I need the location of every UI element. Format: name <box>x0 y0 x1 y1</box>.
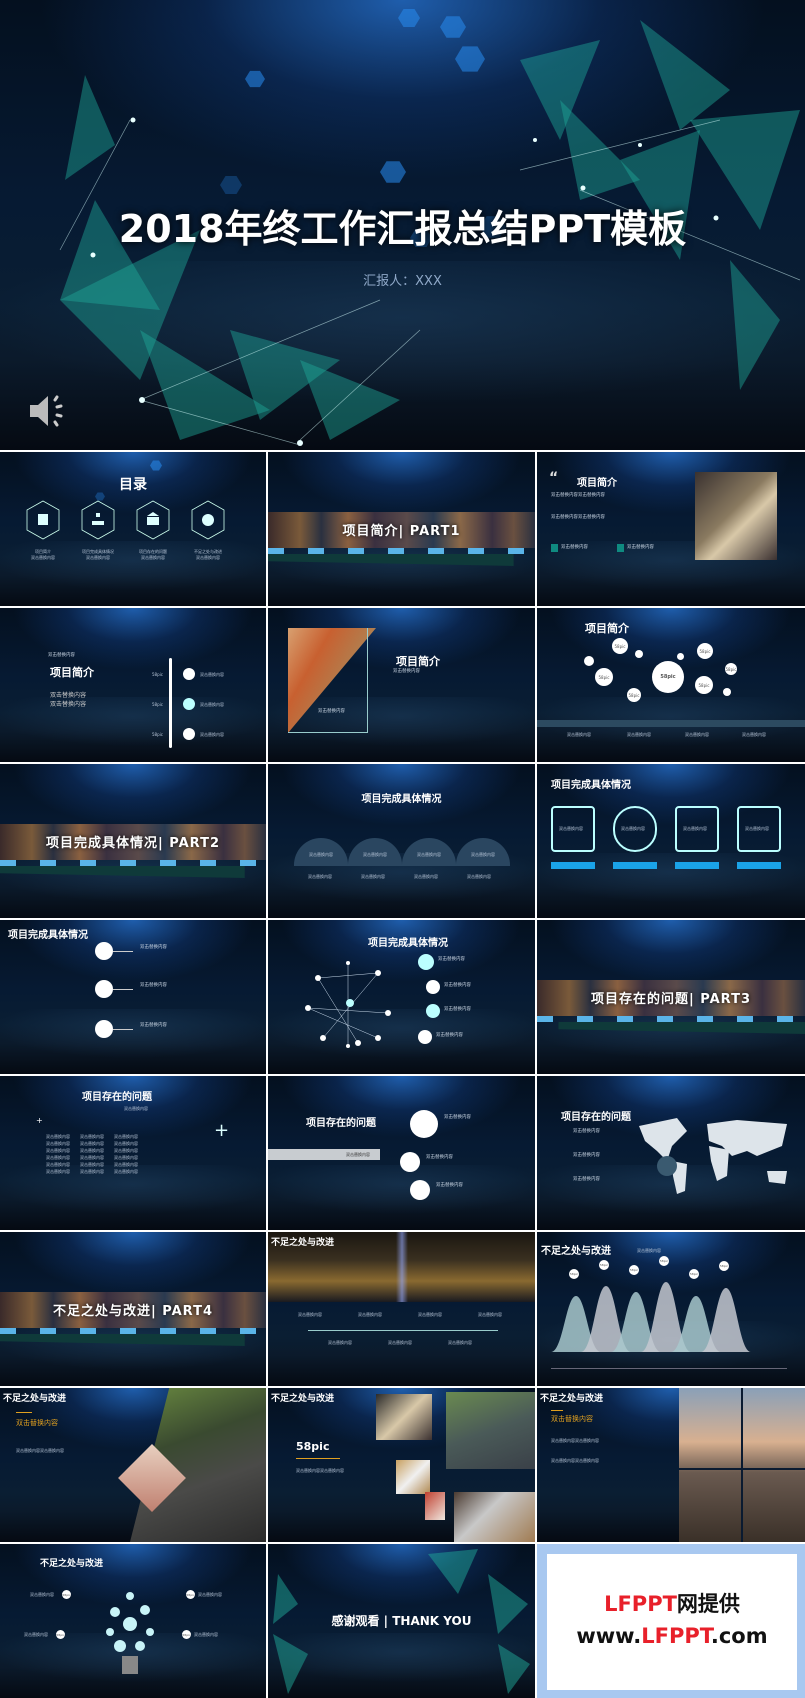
section-title: 项目存在的问题| PART3 <box>590 992 751 1007</box>
arch-item[interactable]: 双击替换内容 <box>456 838 510 866</box>
slide-title: 项目存在的问题 <box>306 1118 376 1129</box>
slide-title: 项目完成具体情况 <box>8 930 88 941</box>
slide-improve-city[interactable]: 不足之处与改进 双击替换内容 双击替换内容 双击替换内容 双击替换内容 双击替换内容双… <box>268 1232 535 1386</box>
slide-title: 项目完成具体情况 <box>551 780 631 791</box>
slide-intro-bubbles[interactable]: 项目简介 58pic 58pic 58pic 58pic 58pic 58pic… <box>537 608 805 762</box>
slide-thank-you[interactable]: 感谢观看 | THANK YOU <box>268 1544 535 1698</box>
watermark-panel: LFPPT网提供 www.LFPPT.com <box>537 1544 805 1698</box>
network-graphic <box>305 961 391 1048</box>
slide-improve-bulb[interactable]: 不足之处与改进 58pic 58pic 58pic 58pic 双击替换内容 双击替换… <box>0 1544 266 1698</box>
lightbulb-graphic <box>106 1592 154 1674</box>
slide-done-quotes[interactable]: 项目完成具体情况 双击替换内容 双击替换内容 双击替换内容 双击替换内容 <box>537 764 805 918</box>
cover-reporter: 汇报人：XXX <box>363 274 442 289</box>
slide-problems-map[interactable]: 项目存在的问题 双击替换内容 双击替换内容 双击替换内容 <box>537 1076 805 1230</box>
slide-title: 不足之处与改进 <box>3 1394 67 1404</box>
slide-done-list[interactable]: 项目完成具体情况 双击替换内容 双击替换内容 双击替换内容 <box>0 920 266 1074</box>
slide-done-arches[interactable]: 项目完成具体情况 双击替换内容 双击替换内容 双击替换内容 双击替换内容 双击替… <box>268 764 535 918</box>
arch-item[interactable]: 双击替换内容 <box>402 838 456 866</box>
toc-item[interactable]: 项目存在的问题 双击替换内容 <box>136 500 170 561</box>
slide-title: 项目简介 <box>585 622 629 635</box>
blue-button[interactable] <box>737 862 781 869</box>
cover-slide[interactable]: 2018年终工作汇报总结PPT模板 汇报人：XXX <box>0 0 805 450</box>
slide-improve-skyline[interactable]: 不足之处与改进 双击替换内容 双击替换内容双击替换内容 双击替换内容双击替换内容 <box>537 1388 805 1542</box>
slide-title: 项目完成具体情况 <box>368 938 448 949</box>
slide-intro-quote[interactable]: “ 项目简介 双击替换内容双击替换内容 双击替换内容双击替换内容 双击替换内容 … <box>537 452 805 606</box>
toc-item[interactable]: 不足之处与改进 双击替换内容 <box>191 500 225 561</box>
slide-title: 项目完成具体情况 <box>361 794 442 805</box>
slide-done-network[interactable]: 项目完成具体情况 双击替换内容 双击替换内容 双击替换内容 双击替换内容 <box>268 920 535 1074</box>
slide-title: 项目简介 <box>577 478 617 489</box>
slide-title: 项目简介 <box>396 655 440 668</box>
slide-title: 不足之处与改进 <box>271 1238 335 1248</box>
slide-improve-chart[interactable]: 不足之处与改进 双击替换内容 58pic 58pic 58pic 58pic 58pic… <box>537 1232 805 1386</box>
slide-section-part3[interactable]: 项目存在的问题| PART3 <box>537 920 805 1074</box>
world-map <box>639 1118 787 1194</box>
notebook-photo <box>695 472 777 560</box>
section-title: 项目完成具体情况| PART2 <box>45 836 220 851</box>
slide-section-part2[interactable]: 项目完成具体情况| PART2 <box>0 764 266 918</box>
toc-item[interactable]: 项目简介 双击替换内容 <box>26 500 60 561</box>
slide-toc[interactable]: 目录 项目简介 双击替换内容 项目完成具体情况 双击替换内容 项目存在的问题 双击替换… <box>0 452 266 606</box>
bank-icon <box>136 500 170 540</box>
section-title: 项目简介| PART1 <box>342 524 461 539</box>
slide-section-part1[interactable]: 项目简介| PART1 <box>268 452 535 606</box>
arch-item[interactable]: 双击替换内容 <box>348 838 402 866</box>
blue-button[interactable] <box>551 862 595 869</box>
blue-button[interactable] <box>613 862 657 869</box>
blue-button[interactable] <box>675 862 719 869</box>
slide-problems-text[interactable]: 项目存在的问题 双击替换内容 + + 双击替换内容 双击替换内容 双击替换内容 双击替… <box>0 1076 266 1230</box>
slide-improve-photo[interactable]: 不足之处与改进 双击替换内容 双击替换内容双击替换内容 <box>0 1388 266 1542</box>
slide-improve-gallery[interactable]: 不足之处与改进 58pic 双击替换内容双击替换内容 <box>268 1388 535 1542</box>
slide-title: 项目简介 <box>50 666 94 679</box>
slide-title: 不足之处与改进 <box>541 1246 611 1257</box>
slide-thumbnail-grid: 目录 项目简介 双击替换内容 项目完成具体情况 双击替换内容 项目存在的问题 双击替换… <box>0 452 805 1698</box>
slide-intro-timeline[interactable]: 双击替换内容 项目简介 双击替换内容 双击替换内容 58pic 双击替换内容 58… <box>0 608 266 762</box>
thank-you-text: 感谢观看 | THANK YOU <box>331 1614 472 1628</box>
slide-section-part4[interactable]: 不足之处与改进| PART4 <box>0 1232 266 1386</box>
slide-problems-circles[interactable]: 项目存在的问题 双击替换内容 双击替换内容 双击替换内容 双击替换内容 <box>268 1076 535 1230</box>
toc-title: 目录 <box>119 477 147 493</box>
cover-title: 2018年终工作汇报总结PPT模板 <box>118 207 687 251</box>
pic-label: 58pic <box>296 1440 330 1453</box>
org-chart-icon <box>81 500 115 540</box>
section-title: 不足之处与改进| PART4 <box>52 1304 213 1319</box>
slide-title: 项目存在的问题 <box>82 1092 152 1103</box>
speaker-icon[interactable] <box>28 393 68 429</box>
globe-icon <box>191 500 225 540</box>
arch-item[interactable]: 双击替换内容 <box>294 838 348 866</box>
bell-curve-chart <box>551 1282 751 1352</box>
slide-title: 不足之处与改进 <box>540 1394 604 1404</box>
slide-intro-photo[interactable]: 双击替换内容 项目简介 双击替换内容 <box>268 608 535 762</box>
slide-title: 项目存在的问题 <box>561 1112 631 1123</box>
slide-title: 不足之处与改进 <box>271 1394 335 1404</box>
toc-item[interactable]: 项目完成具体情况 双击替换内容 <box>81 500 115 561</box>
calendar-icon <box>26 500 60 540</box>
slide-title: 不足之处与改进 <box>40 1559 104 1569</box>
